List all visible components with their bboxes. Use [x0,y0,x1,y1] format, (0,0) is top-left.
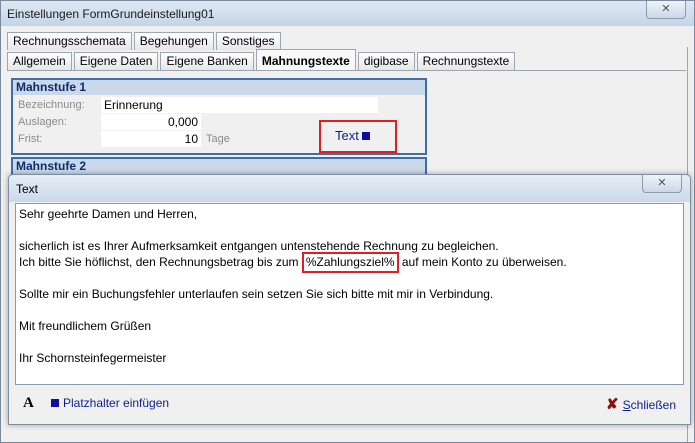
square-icon [51,399,59,407]
tab-eigene-banken[interactable]: Eigene Banken [160,52,254,70]
insert-placeholder-button[interactable]: Platzhalter einfügen [51,396,169,410]
term-label: Frist: [18,133,43,145]
dialog-footer: A Platzhalter einfügen ✘ Schließen [15,393,684,415]
window-title: Einstellungen FormGrundeinstellung01 [7,7,215,21]
insert-placeholder-label: Platzhalter einfügen [63,396,170,410]
stage-2-heading: Mahnstufe 2 [13,159,425,174]
text-line: Ihr Schornsteinfegermeister [19,351,167,365]
tab-rechnungstexte[interactable]: Rechnungstexte [416,52,516,70]
tab-digibase[interactable]: digibase [357,52,415,70]
tab-mahnungstexte[interactable]: Mahnungstexte [255,49,356,70]
close-label: chließen [630,398,676,412]
square-icon [361,132,370,140]
tab-allgemein[interactable]: Allgemein [7,52,72,70]
dialog-title: Text [16,182,39,196]
name-label: Bezeichnung: [18,99,85,111]
text-line-empty [19,334,680,350]
text-dialog: Text ✕ Sehr geehrte Damen und Herren, si… [8,174,691,425]
tab-row-top: Rechnungsschemata Begehungen Sonstiges [7,32,283,50]
name-field[interactable]: Erinnerung [101,97,378,113]
dialog-title-bar: Text ✕ [9,175,690,202]
tab-sonstiges[interactable]: Sonstiges [215,32,281,50]
close-accesskey: S [622,398,631,412]
term-field[interactable]: 10 [101,131,201,147]
dialog-close-button[interactable]: ✕ [642,175,682,193]
text-line: Sehr geehrte Damen und Herren, [19,207,198,221]
text-button-label: Text [335,128,359,143]
stage-1-heading: Mahnstufe 1 [13,80,425,95]
close-button[interactable]: ✘ Schließen [606,395,676,413]
tab-row-bottom: Allgemein Eigene Daten Eigene Banken Mah… [7,49,517,70]
text-editor[interactable]: Sehr geehrte Damen und Herren, sicherlic… [15,203,684,385]
close-icon: ✘ [606,396,619,413]
tab-begehungen[interactable]: Begehungen [133,32,214,50]
text-segment: auf mein Konto zu überweisen. [398,255,567,269]
text-line: Ich bitte Sie höflichst, den Rechnungsbe… [19,252,680,273]
font-icon[interactable]: A [23,395,34,412]
costs-label: Auslagen: [18,116,67,128]
tab-rechnungsschemata[interactable]: Rechnungsschemata [7,32,132,50]
text-line: Sollte mir ein Buchungsfehler unterlaufe… [19,287,494,301]
tab-eigene-daten[interactable]: Eigene Daten [73,52,159,70]
placeholder-token: %Zahlungsziel% [301,252,399,273]
window-close-button[interactable]: ✕ [646,1,686,19]
title-bar: Einstellungen FormGrundeinstellung01 ✕ [1,1,694,26]
term-unit: Tage [206,133,230,145]
text-line-empty [19,302,680,318]
text-line: Mit freundlichem Grüßen [19,319,152,333]
text-line-empty [19,222,680,238]
costs-field[interactable]: 0,000 [101,114,201,130]
text-button[interactable]: Text [319,120,397,153]
text-segment: Ich bitte Sie höflichst, den Rechnungsbe… [19,255,302,269]
